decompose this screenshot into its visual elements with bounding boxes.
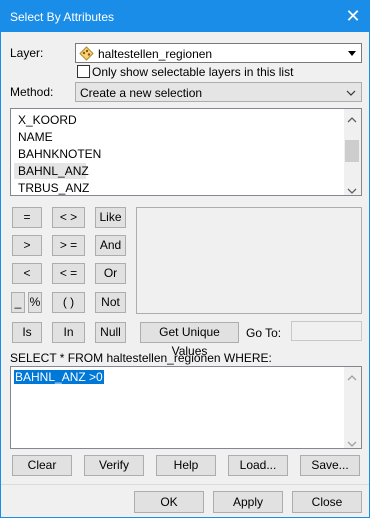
window-title: Select By Attributes — [10, 10, 115, 24]
title-bar[interactable]: Select By Attributes ✕ — [1, 1, 369, 32]
button-label: Null — [100, 325, 121, 339]
query-expression-text: BAHNL_ANZ >0 — [14, 370, 104, 384]
footer-divider — [1, 484, 369, 485]
list-item[interactable]: BAHNL_ANZ — [18, 164, 89, 178]
operator-and-button[interactable]: And — [95, 235, 126, 256]
operator-equals-button[interactable]: = — [12, 207, 42, 228]
button-label: Close — [311, 495, 343, 509]
button-label: Apply — [232, 495, 264, 509]
method-label: Method: — [10, 85, 54, 99]
button-label: Help — [173, 458, 199, 472]
list-item[interactable]: X_KOORD — [18, 113, 77, 127]
operator-less-equal-button[interactable]: < = — [52, 263, 85, 284]
save-button[interactable]: Save... — [300, 455, 360, 476]
fields-list[interactable]: X_KOORD NAME BAHNKNOTEN BAHNL_ANZ TRBUS_… — [10, 108, 362, 196]
only-selectable-label: Only show selectable layers in this list — [92, 65, 294, 79]
button-label: OK — [160, 495, 178, 509]
scroll-thumb[interactable] — [345, 140, 359, 162]
operator-not-equals-button[interactable]: < > — [52, 207, 85, 228]
operator-in-button[interactable]: In — [52, 322, 85, 343]
operator-parens-button[interactable]: ( ) — [52, 292, 85, 313]
operator-not-button[interactable]: Not — [95, 292, 126, 313]
button-label: Load... — [239, 458, 277, 472]
chevron-down-icon — [344, 86, 358, 100]
query-scrollbar[interactable] — [344, 367, 361, 448]
operator-percent-button[interactable]: % — [28, 292, 42, 313]
button-label: = — [23, 210, 31, 224]
button-label: Not — [101, 295, 120, 309]
button-label: < = — [59, 266, 78, 280]
scroll-down-icon[interactable] — [347, 184, 357, 198]
button-label: Or — [103, 266, 118, 280]
layer-value: haltestellen_regionen — [98, 47, 213, 61]
list-item[interactable]: TRBUS_ANZ — [18, 181, 89, 195]
close-icon[interactable]: ✕ — [341, 4, 365, 28]
layer-label: Layer: — [10, 46, 44, 60]
close-button[interactable]: Close — [292, 491, 362, 513]
button-label: _ — [14, 295, 22, 309]
polygon-layer-icon — [79, 46, 94, 61]
load-button[interactable]: Load... — [228, 455, 288, 476]
operator-less-button[interactable]: < — [12, 263, 42, 284]
layer-dropdown[interactable]: haltestellen_regionen — [75, 43, 362, 63]
button-label: < > — [59, 210, 78, 224]
help-button[interactable]: Help — [156, 455, 216, 476]
operator-greater-button[interactable]: > — [12, 235, 42, 256]
query-prefix: SELECT * FROM haltestellen_regionen WHER… — [10, 351, 272, 365]
apply-button[interactable]: Apply — [213, 491, 283, 513]
button-label: In — [63, 325, 74, 339]
scroll-up-icon[interactable] — [347, 371, 357, 385]
only-selectable-checkbox[interactable] — [77, 65, 90, 78]
chevron-down-icon — [345, 46, 359, 60]
operator-underscore-button[interactable]: _ — [11, 292, 25, 313]
button-label: > — [23, 238, 31, 252]
operator-null-button[interactable]: Null — [95, 322, 126, 343]
clear-button[interactable]: Clear — [12, 455, 72, 476]
operator-like-button[interactable]: Like — [95, 207, 126, 228]
button-label: > = — [59, 238, 78, 252]
button-label: < — [23, 266, 31, 280]
button-label: ( ) — [62, 295, 75, 309]
scroll-down-icon[interactable] — [347, 437, 357, 451]
button-label: Like — [99, 210, 122, 224]
fields-scrollbar[interactable] — [344, 109, 361, 195]
goto-label: Go To: — [246, 326, 282, 340]
list-item[interactable]: BAHNKNOTEN — [18, 147, 101, 161]
scroll-up-icon[interactable] — [347, 113, 357, 127]
button-label: Save... — [311, 458, 349, 472]
operator-greater-equal-button[interactable]: > = — [52, 235, 85, 256]
button-label: And — [99, 238, 122, 252]
operator-or-button[interactable]: Or — [95, 263, 126, 284]
button-label: % — [29, 295, 41, 309]
list-item[interactable]: NAME — [18, 130, 53, 144]
goto-input[interactable] — [291, 321, 362, 341]
select-by-attributes-dialog: Select By Attributes ✕ Layer: haltestell… — [0, 0, 370, 518]
ok-button[interactable]: OK — [134, 491, 204, 513]
method-value: Create a new selection — [80, 86, 203, 100]
method-dropdown[interactable]: Create a new selection — [75, 82, 362, 102]
button-label: Verify — [98, 458, 129, 472]
button-label: Clear — [27, 458, 57, 472]
operator-is-button[interactable]: Is — [12, 322, 42, 343]
verify-button[interactable]: Verify — [84, 455, 144, 476]
unique-values-list[interactable] — [136, 207, 362, 314]
button-label: Is — [22, 325, 32, 339]
get-unique-values-button[interactable]: Get Unique Values — [140, 322, 239, 358]
query-expression-textarea[interactable]: BAHNL_ANZ >0 — [10, 366, 362, 449]
